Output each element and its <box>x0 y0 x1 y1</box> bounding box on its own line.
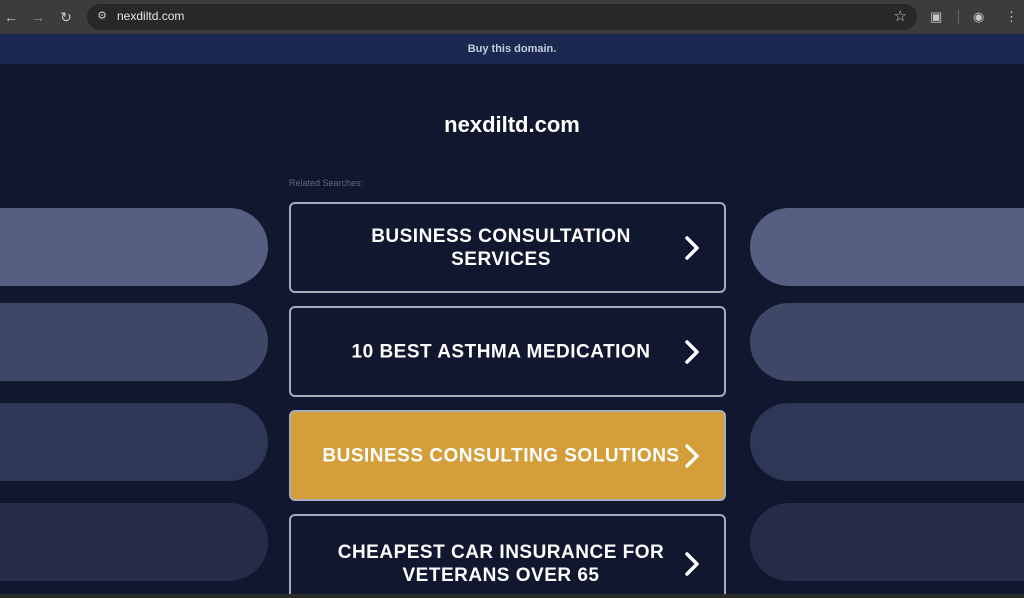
reload-icon[interactable]: ↻ <box>57 8 75 26</box>
related-searches-label: Related Searches: <box>289 178 364 188</box>
menu-icon[interactable]: ⋮ <box>1005 8 1018 26</box>
window-bottom-edge <box>0 594 1024 598</box>
profile-icon[interactable]: ◉ <box>973 8 984 26</box>
decorative-pill <box>0 208 268 286</box>
decorative-pill <box>0 403 268 481</box>
related-search-link[interactable]: 10 BEST ASTHMA MEDICATION <box>289 306 726 397</box>
domain-title: nexdiltd.com <box>444 112 580 137</box>
chevron-right-icon <box>685 339 699 364</box>
chevron-right-icon <box>685 552 699 576</box>
related-search-label: CHEAPEST CAR INSURANCE FOR VETERANS OVER… <box>337 542 665 586</box>
bookmark-star-icon[interactable]: ☆ <box>894 7 907 25</box>
parked-domain-page: Buy this domain. nexdiltd.com Related Se… <box>0 34 1024 598</box>
related-search-label: BUSINESS CONSULTING SOLUTIONS <box>322 445 680 466</box>
related-search-link[interactable]: BUSINESS CONSULTING SOLUTIONS <box>289 410 726 501</box>
buy-domain-link[interactable]: Buy this domain. <box>0 43 1024 55</box>
decorative-pill <box>0 503 268 581</box>
decorative-pill <box>0 303 268 381</box>
decorative-pill <box>750 503 1024 581</box>
address-bar[interactable]: ⚙ nexdiltd.com ☆ <box>87 4 917 30</box>
decorative-pill <box>750 208 1024 286</box>
related-search-link[interactable]: CHEAPEST CAR INSURANCE FOR VETERANS OVER… <box>289 514 726 598</box>
browser-toolbar: ← → ↻ ⚙ nexdiltd.com ☆ ▣ ◉ ⋮ <box>0 0 1024 34</box>
buy-domain-banner: Buy this domain. <box>0 34 1024 64</box>
url-text: nexdiltd.com <box>117 9 185 23</box>
decorative-pill <box>750 403 1024 481</box>
related-search-link[interactable]: BUSINESS CONSULTATION SERVICES <box>289 202 726 293</box>
related-search-label: 10 BEST ASTHMA MEDICATION <box>351 341 651 362</box>
site-info-icon[interactable]: ⚙ <box>95 9 109 23</box>
related-search-label: BUSINESS CONSULTATION SERVICES <box>371 225 631 270</box>
toolbar-divider <box>958 10 959 24</box>
chevron-right-icon <box>685 443 699 468</box>
chevron-right-icon <box>685 235 699 260</box>
back-icon[interactable]: ← <box>2 8 20 26</box>
forward-icon[interactable]: → <box>29 8 47 26</box>
cast-search-icon[interactable]: ▣ <box>930 8 942 26</box>
decorative-pill <box>750 303 1024 381</box>
